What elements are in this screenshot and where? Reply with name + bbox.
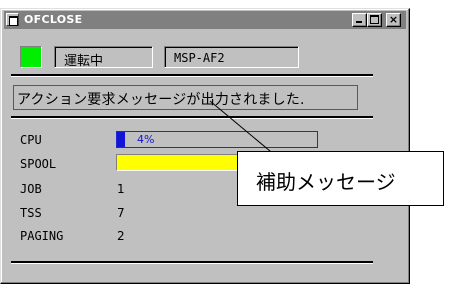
title-bar[interactable]: OFCLOSE ×: [4, 11, 406, 29]
separator-bottom: [11, 261, 373, 264]
paging-label: PAGING: [20, 229, 64, 243]
cpu-usage-text: 4%: [137, 133, 155, 146]
cpu-label: CPU: [20, 133, 42, 147]
spool-label: SPOOL: [20, 157, 57, 171]
close-button[interactable]: ×: [386, 13, 401, 27]
status-field: 運転中: [54, 46, 153, 69]
window-title: OFCLOSE: [24, 13, 83, 26]
helper-message-callout: 補助メッセージ: [237, 151, 444, 206]
separator-middle: [11, 116, 373, 119]
minimize-button[interactable]: [352, 13, 367, 27]
paging-value: 2: [117, 229, 125, 243]
close-icon: ×: [388, 13, 399, 26]
maximize-button[interactable]: [367, 13, 382, 27]
job-label: JOB: [20, 182, 42, 196]
separator-top: [11, 74, 373, 77]
action-message[interactable]: アクション要求メッセージが出力されました.: [13, 85, 358, 110]
cpu-usage-bar: 4%: [116, 131, 318, 148]
maximize-icon: [370, 15, 379, 24]
tss-label: TSS: [20, 206, 42, 220]
ofclose-window: OFCLOSE × 運転中 MSP-AF2 アクション要求メッセージが出力されま…: [0, 8, 410, 284]
system-name-field: MSP-AF2: [164, 46, 299, 68]
minimize-icon: [356, 21, 362, 23]
system-menu-icon[interactable]: [6, 13, 19, 26]
job-value: 1: [117, 182, 125, 196]
status-indicator: [20, 46, 42, 68]
cpu-usage-fill: [117, 132, 125, 147]
tss-value: 7: [117, 206, 125, 220]
